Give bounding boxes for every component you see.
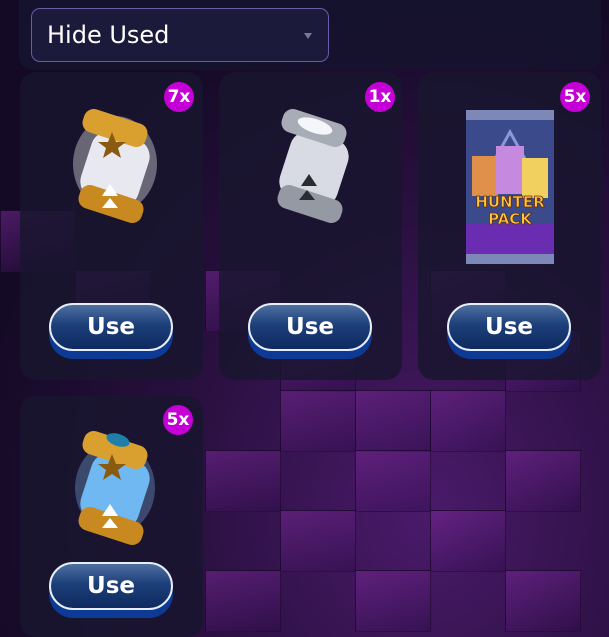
use-button[interactable]: Use [49, 303, 173, 359]
inventory-card-blue-capsule: 5x Use [20, 396, 203, 637]
gold-capsule-icon [73, 108, 157, 224]
pack-title-line-1: HUNTER [475, 193, 545, 211]
count-badge: 1x [365, 82, 395, 112]
blue-capsule-icon [75, 430, 155, 546]
count-badge: 5x [560, 82, 590, 112]
use-button[interactable]: Use [447, 303, 571, 359]
use-button[interactable]: Use [248, 303, 372, 359]
hide-used-dropdown[interactable]: Hide Used [31, 8, 329, 62]
inventory-card-gold-capsule: 7x Use [20, 72, 203, 380]
inventory-card-silver-capsule: 1x Use [219, 72, 402, 380]
use-button[interactable]: Use [49, 562, 173, 618]
hunter-pack-icon: HUNTER PACK [466, 110, 554, 264]
pack-title-line-2: PACK [488, 210, 533, 228]
dropdown-selected-label: Hide Used [47, 21, 170, 49]
chevron-down-icon [304, 33, 312, 39]
inventory-card-hunter-pack: 5x HUNTER PACK Use [418, 72, 601, 380]
silver-capsule-icon [277, 108, 349, 224]
